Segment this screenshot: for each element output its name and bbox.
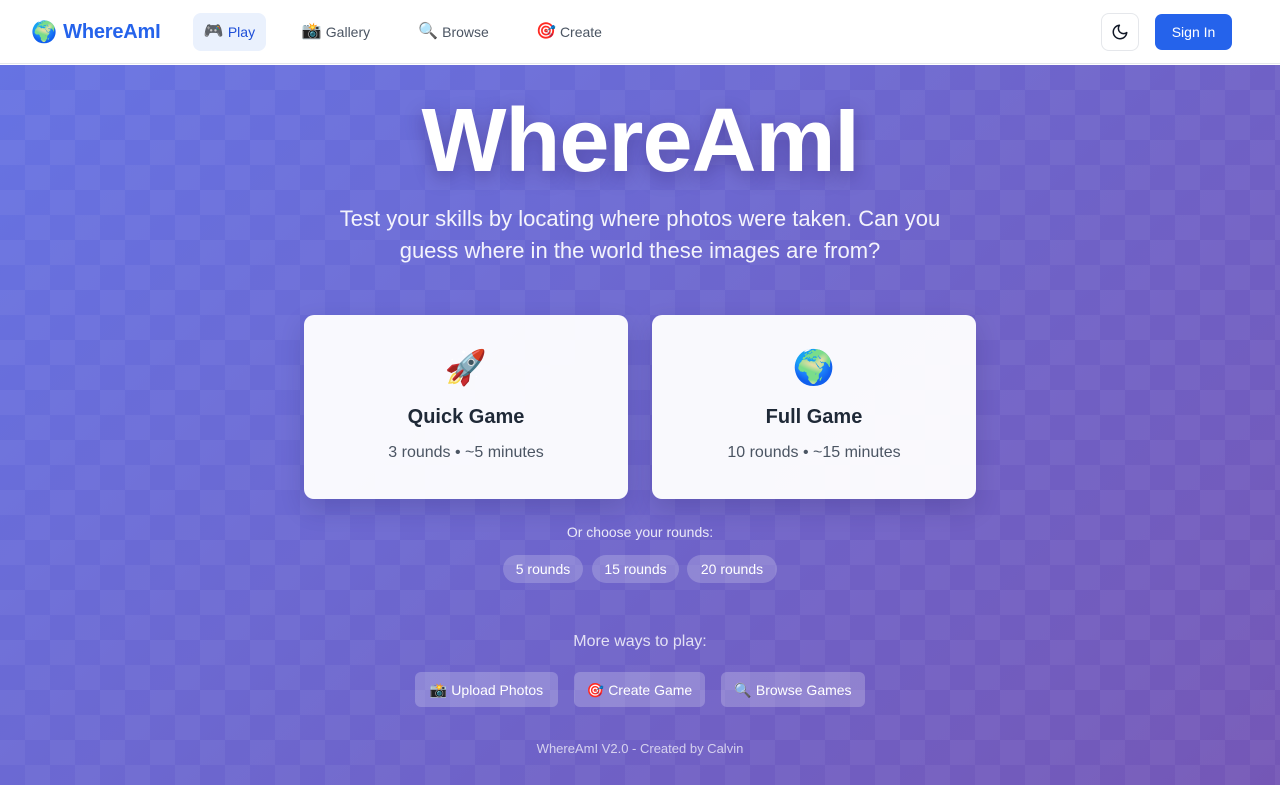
sign-in-button[interactable]: Sign In	[1155, 14, 1232, 50]
footer-credit: WhereAmI V2.0 - Created by Calvin	[536, 741, 744, 756]
hero-title: WhereAmI	[421, 91, 859, 191]
camera-icon: 📸	[301, 23, 322, 40]
button-label: Create Game	[608, 681, 693, 698]
rounds-15-button[interactable]: 15 rounds	[592, 555, 679, 583]
brand-name: WhereAmI	[63, 20, 161, 43]
hero-section: WhereAmI Test your skills by locating wh…	[0, 65, 1280, 785]
target-icon: 🎯	[586, 681, 605, 698]
mode-meta: 3 rounds • ~5 minutes	[388, 444, 544, 461]
full-game-card[interactable]: 🌍 Full Game 10 rounds • ~15 minutes	[652, 315, 976, 499]
upload-photos-button[interactable]: 📸 Upload Photos	[415, 672, 558, 707]
nav-item-play[interactable]: 🎮 Play	[193, 13, 266, 51]
button-label: Upload Photos	[451, 681, 544, 698]
theme-toggle-button[interactable]	[1101, 13, 1139, 51]
choose-rounds-label: Or choose your rounds:	[566, 524, 714, 540]
target-icon: 🎯	[536, 23, 556, 40]
globe-icon: 🌍	[31, 20, 58, 44]
magnifier-icon: 🔍	[734, 681, 752, 698]
rounds-5-button[interactable]: 5 rounds	[503, 555, 583, 583]
nav-item-label: Browse	[442, 24, 489, 40]
nav-item-create[interactable]: 🎯 Create	[524, 13, 614, 51]
nav-item-label: Create	[559, 24, 602, 40]
camera-icon: 📸	[429, 681, 448, 698]
nav-item-browse[interactable]: 🔍 Browse	[406, 13, 501, 51]
mode-meta: 10 rounds • ~15 minutes	[727, 444, 901, 461]
button-label: Browse Games	[755, 681, 852, 698]
mode-title: Quick Game	[407, 406, 525, 428]
brand-logo-link[interactable]: 🌍 WhereAmI	[31, 18, 161, 46]
quick-game-card[interactable]: 🚀 Quick Game 3 rounds • ~5 minutes	[304, 315, 628, 499]
moon-icon	[1112, 24, 1128, 40]
browse-games-button[interactable]: 🔍 Browse Games	[721, 672, 865, 707]
create-game-button[interactable]: 🎯 Create Game	[574, 672, 705, 707]
magnifier-icon: 🔍	[418, 23, 439, 40]
nav-item-gallery[interactable]: 📸 Gallery	[289, 13, 383, 51]
more-ways-label: More ways to play:	[573, 633, 707, 650]
gamepad-icon: 🎮	[203, 23, 224, 40]
nav-item-label: Gallery	[325, 24, 371, 40]
globe-icon: 🌍	[792, 349, 836, 387]
top-navbar: 🌍 WhereAmI 🎮 Play 📸 Gallery 🔍 Browse 🎯 C…	[0, 0, 1280, 64]
rocket-icon: 🚀	[444, 349, 488, 387]
hero-subtitle: Test your skills by locating where photo…	[339, 206, 941, 263]
mode-title: Full Game	[765, 406, 863, 428]
nav-item-label: Play	[227, 24, 256, 40]
rounds-20-button[interactable]: 20 rounds	[687, 555, 777, 583]
